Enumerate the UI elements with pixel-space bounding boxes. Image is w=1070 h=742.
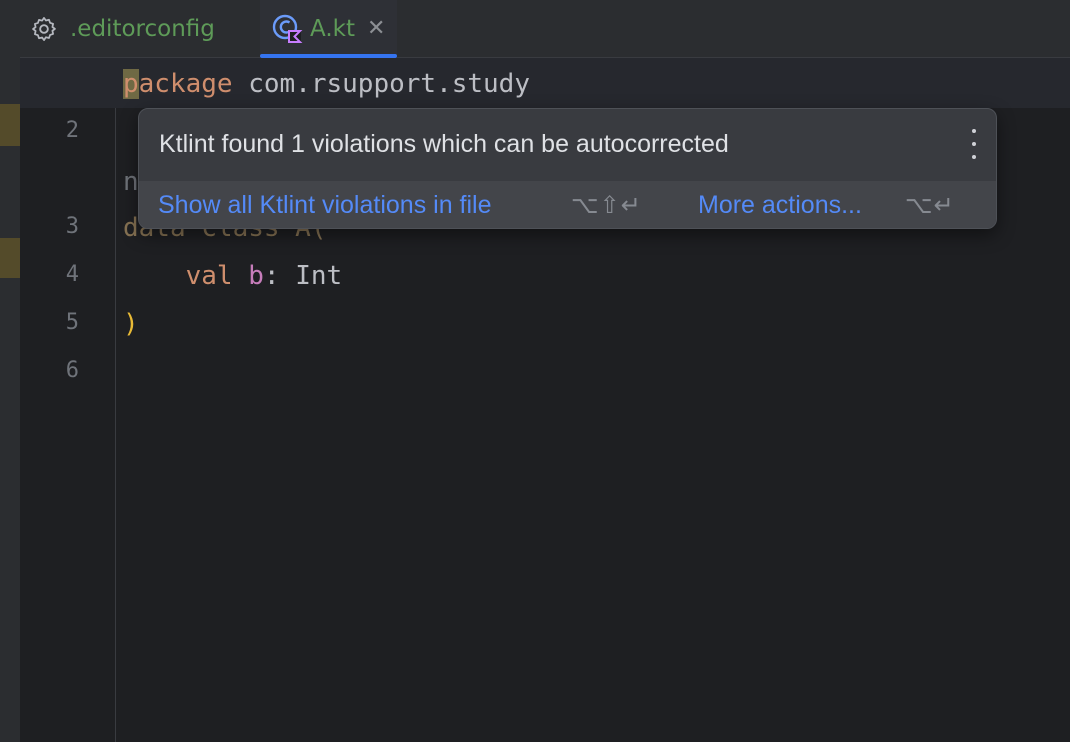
ktlint-popup: Ktlint found 1 violations which can be a… xyxy=(138,108,997,229)
package-name: com.rsupport.study xyxy=(232,69,530,99)
change-marker xyxy=(0,238,20,278)
line-number-gutter: 1 2 3 4 5 6 xyxy=(20,58,116,742)
tab-label: .editorconfig xyxy=(70,16,215,42)
caret: p xyxy=(123,69,139,99)
line-number: 6 xyxy=(65,358,79,383)
tab-label: A.kt xyxy=(310,16,355,42)
show-all-violations-link[interactable]: Show all Ktlint violations in file xyxy=(158,191,492,220)
code-line-5: ) xyxy=(123,309,139,339)
left-tool-strip xyxy=(0,0,20,742)
line-number: 3 xyxy=(65,214,79,239)
code-line-4: val b: Int xyxy=(123,258,343,294)
property-name: b xyxy=(248,261,264,291)
change-marker xyxy=(0,104,20,146)
tab-a-kt[interactable]: A.kt ✕ xyxy=(260,0,397,58)
kotlin-class-icon xyxy=(272,13,304,45)
popup-message: Ktlint found 1 violations which can be a… xyxy=(159,130,729,158)
code-line-hidden: n xyxy=(123,167,139,197)
line-number: 4 xyxy=(65,262,79,287)
popup-actions: Show all Ktlint violations in file ⌥⇧↵ M… xyxy=(139,181,996,228)
code-line-1: package com.rsupport.study xyxy=(123,66,530,102)
line-number: 5 xyxy=(65,310,79,335)
keyword: ackage xyxy=(138,69,233,99)
shortcut-hint: ⌥⇧↵ xyxy=(571,191,642,219)
line-number: 2 xyxy=(65,118,79,143)
popup-header: Ktlint found 1 violations which can be a… xyxy=(139,109,996,181)
type-annotation: : Int xyxy=(263,261,343,291)
close-icon[interactable]: ✕ xyxy=(367,18,385,40)
more-actions-link[interactable]: More actions... xyxy=(698,191,862,220)
more-options-icon[interactable] xyxy=(970,129,978,159)
tab-bar: .editorconfig A.kt ✕ xyxy=(20,0,1070,58)
gear-icon xyxy=(30,15,58,43)
tab-editorconfig[interactable]: .editorconfig xyxy=(30,0,215,58)
keyword: val xyxy=(185,261,233,291)
shortcut-hint: ⌥↵ xyxy=(905,191,955,219)
